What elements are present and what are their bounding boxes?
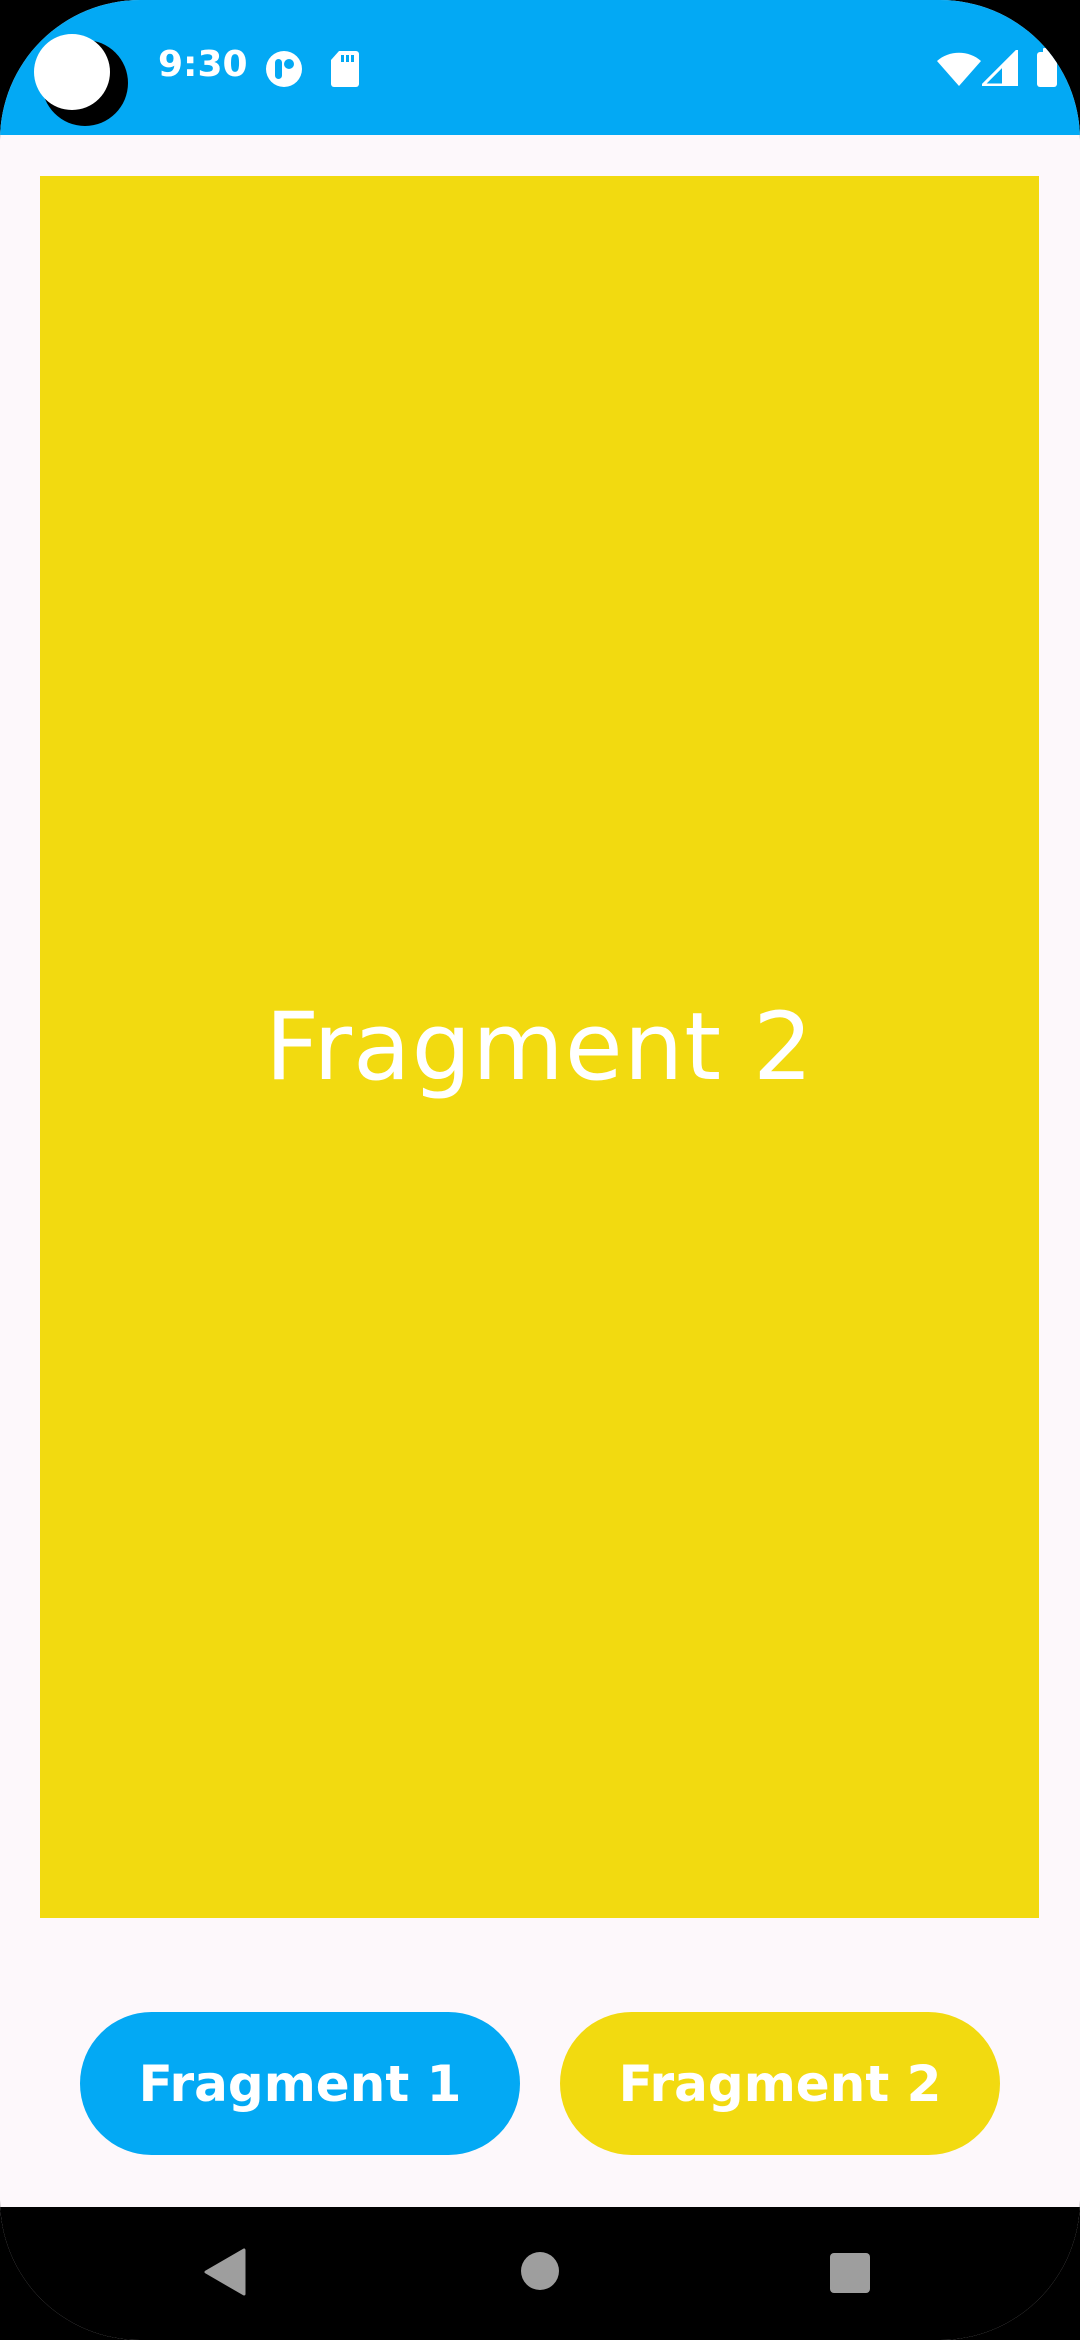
- status-bar: 9:30: [0, 0, 1080, 135]
- navigation-bar: [0, 2207, 1080, 2340]
- back-icon[interactable]: [204, 2248, 246, 2300]
- cellular-signal-icon: [979, 47, 1019, 90]
- camera-cutout: [34, 34, 110, 110]
- recents-icon[interactable]: [829, 2252, 871, 2298]
- battery-icon: [1036, 48, 1058, 92]
- notification-app-icon: [265, 50, 303, 92]
- fragment-1-button[interactable]: Fragment 1: [80, 2012, 520, 2155]
- home-icon[interactable]: [520, 2251, 560, 2295]
- fragment-title: Fragment 2: [265, 992, 814, 1102]
- fragment-container: Fragment 2: [40, 176, 1039, 1918]
- status-time: 9:30: [158, 44, 248, 85]
- fragment-2-button[interactable]: Fragment 2: [560, 2012, 1000, 2155]
- wifi-icon: [936, 52, 982, 90]
- app-screen: 9:30 Fragment 2 Fragment 1 Fragment 2: [0, 0, 1080, 2340]
- sd-card-icon: [330, 50, 360, 92]
